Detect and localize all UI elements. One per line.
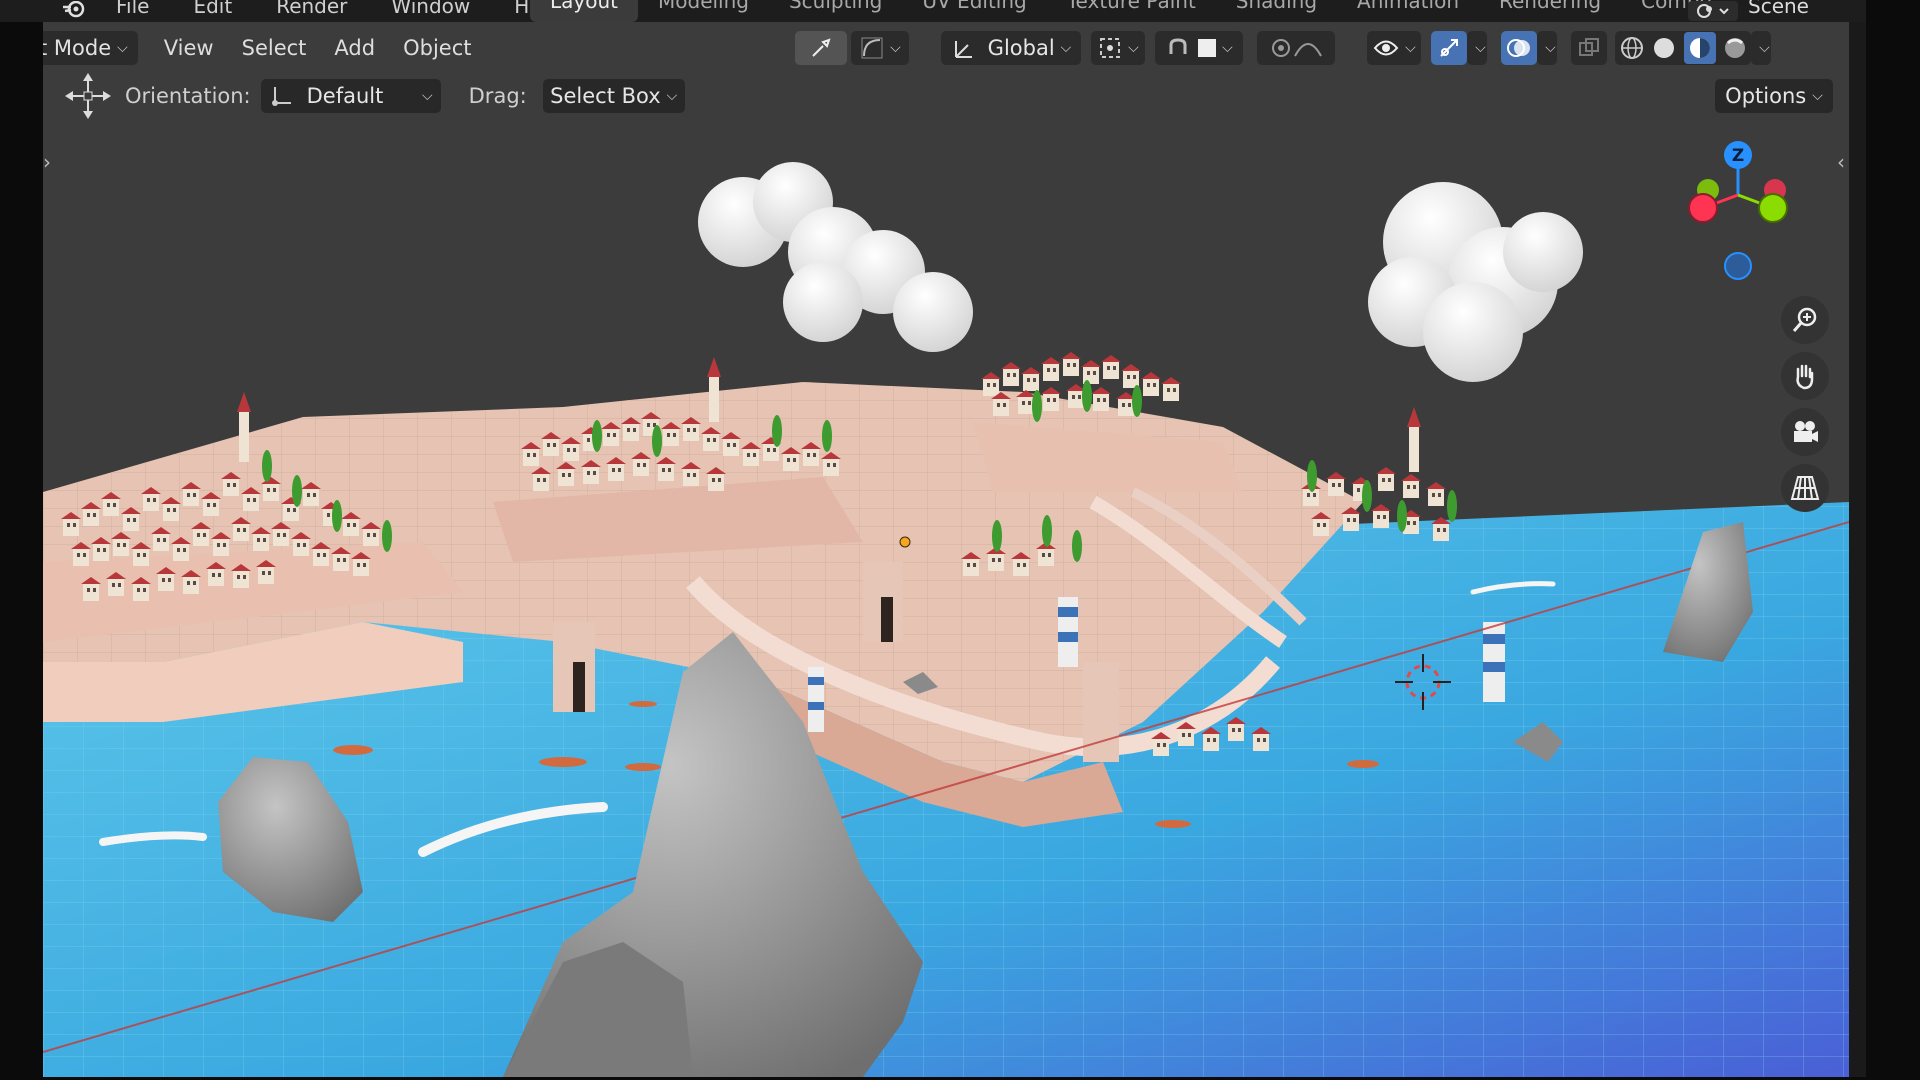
menu-add[interactable]: Add (320, 36, 389, 60)
eyedropper-icon (812, 38, 832, 57)
menu-view[interactable]: View (150, 36, 228, 60)
menu-file[interactable]: File (94, 0, 171, 17)
wireframe-shading-icon[interactable] (1619, 35, 1645, 61)
camera-view-button[interactable] (1781, 408, 1829, 456)
pivot-icon (1100, 38, 1121, 58)
chevron-down-icon: ⌵ (117, 40, 128, 56)
tab-sculpting[interactable]: Sculpting (769, 0, 902, 22)
menu-window[interactable]: Window (369, 0, 492, 17)
camera-icon (1794, 421, 1818, 442)
mode-selector[interactable]: t Mode ⌵ (43, 31, 138, 65)
gizmo-x[interactable] (1688, 193, 1718, 223)
zoom-icon (1792, 307, 1817, 332)
chevron-down-icon: ⌵ (1759, 40, 1770, 56)
chevron-down-icon: ⌵ (1475, 40, 1486, 56)
proportional-edit-icon (1272, 39, 1291, 57)
sidebar-expand-arrow[interactable]: ‹ (1837, 150, 1845, 174)
curve-icon (861, 37, 883, 59)
gizmo-icon (1440, 39, 1459, 57)
tab-layout[interactable]: Layout (530, 0, 638, 22)
hand-icon (1796, 364, 1814, 390)
snap-target-icon (1198, 39, 1217, 57)
menu-edit[interactable]: Edit (171, 0, 254, 17)
solid-shading-icon[interactable] (1651, 35, 1677, 61)
gizmo-z-label: Z (1732, 146, 1744, 166)
chevron-down-icon: ⌵ (666, 88, 678, 104)
scene-browse-button[interactable] (1688, 1, 1738, 21)
chevron-down-icon: ⌵ (1812, 88, 1823, 104)
scene-name[interactable]: Scene (1748, 0, 1809, 18)
gizmo-y[interactable] (1758, 193, 1788, 223)
snap-button[interactable]: ⌵ (1155, 31, 1244, 65)
visibility-icon (1373, 40, 1399, 56)
transform-orientation-label: Global (987, 36, 1055, 60)
gizmo-toggle-button[interactable] (1431, 31, 1468, 65)
tab-uv-editing[interactable]: UV Editing (902, 0, 1046, 22)
drag-label: Drag: (468, 84, 527, 108)
shading-dropdown[interactable]: ⌵ (1751, 31, 1772, 65)
top-menubar: File Edit Render Window Help Layout Mode… (0, 0, 1866, 22)
transform-icon (954, 41, 972, 58)
toolbar-expand-arrow[interactable]: › (43, 150, 51, 174)
3d-viewport[interactable]: t Mode ⌵ View Select Add Object ⌵ Global… (43, 22, 1849, 1077)
gizmo-neg-z[interactable] (1724, 252, 1752, 280)
falloff-icon (1294, 43, 1323, 57)
menu-render[interactable]: Render (254, 0, 369, 17)
material-shading-icon (1689, 38, 1710, 58)
viewport-header: t Mode ⌵ View Select Add Object ⌵ Global… (43, 28, 1849, 68)
transform-orientation-select[interactable]: Global ⌵ (941, 31, 1082, 65)
chevron-down-icon: ⌵ (890, 40, 901, 56)
drag-select[interactable]: Select Box ⌵ (542, 79, 685, 113)
menu-select[interactable]: Select (228, 36, 321, 60)
pivot-point-button[interactable]: ⌵ (1091, 31, 1146, 65)
material-shading-button[interactable] (1683, 32, 1716, 64)
blender-logo-icon[interactable] (54, 0, 94, 22)
chevron-down-icon: ⌵ (1545, 40, 1556, 56)
tab-shading[interactable]: Shading (1216, 0, 1337, 22)
shading-mode-group (1615, 31, 1752, 65)
gizmo-dropdown[interactable]: ⌵ (1467, 31, 1488, 65)
xray-icon (1579, 38, 1600, 56)
zoom-button[interactable] (1781, 296, 1829, 344)
visibility-button[interactable]: ⌵ (1367, 31, 1422, 65)
grid-icon (1790, 476, 1820, 500)
orientation-label: Orientation: (125, 84, 251, 108)
blender-window: File Edit Render Window Help Layout Mode… (0, 0, 1920, 1080)
orientation-value: Default (306, 84, 384, 108)
overlay-dropdown[interactable]: ⌵ (1537, 31, 1558, 65)
chevron-down-icon: ⌵ (1222, 40, 1233, 56)
xray-toggle-button[interactable] (1571, 31, 1608, 65)
navigation-gizmo[interactable]: Z (1673, 140, 1803, 280)
curve-tool-button[interactable]: ⌵ (851, 31, 910, 65)
overlay-icon (1507, 39, 1531, 57)
drag-value: Select Box (550, 84, 661, 108)
pan-button[interactable] (1781, 352, 1829, 400)
orientation-icon (271, 87, 291, 106)
snap-icon (1169, 38, 1187, 54)
tab-modeling[interactable]: Modeling (638, 0, 769, 22)
workspace-tabs: Layout Modeling Sculpting UV Editing Tex… (530, 0, 1732, 22)
tab-rendering[interactable]: Rendering (1479, 0, 1621, 22)
perspective-toggle-button[interactable] (1781, 464, 1829, 512)
proportional-edit-button[interactable] (1257, 31, 1336, 65)
scene-selector: Scene (1688, 0, 1809, 22)
eyedropper-button[interactable] (795, 31, 848, 65)
tab-texture-paint[interactable]: Texture Paint (1047, 0, 1216, 22)
sidebar-edge (1849, 22, 1866, 1077)
viewport-scene[interactable] (43, 22, 1849, 1077)
mode-label: t Mode (43, 36, 112, 60)
overlay-toggle-button[interactable] (1501, 31, 1538, 65)
chevron-down-icon: ⌵ (1128, 40, 1139, 56)
tool-settings-bar: Orientation: Default ⌵ Drag: Select Box … (43, 73, 1849, 119)
move-tool-icon (65, 73, 111, 119)
chevron-down-icon: ⌵ (1060, 40, 1072, 56)
orientation-select[interactable]: Default ⌵ (260, 79, 441, 113)
rendered-shading-icon[interactable] (1722, 35, 1748, 61)
options-label: Options (1725, 84, 1807, 108)
menu-object[interactable]: Object (389, 36, 485, 60)
chevron-down-icon: ⌵ (1405, 40, 1416, 56)
chevron-down-icon: ⌵ (422, 88, 433, 104)
options-button[interactable]: Options ⌵ (1715, 79, 1833, 113)
tab-animation[interactable]: Animation (1337, 0, 1479, 22)
